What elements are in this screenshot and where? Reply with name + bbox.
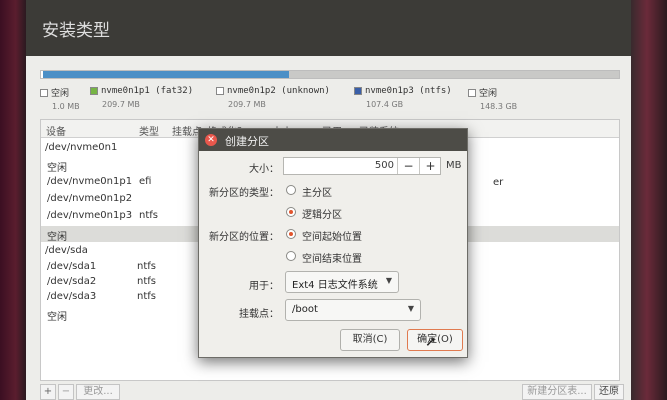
size-decrease-button[interactable]: − bbox=[397, 158, 419, 174]
logical-partition-label[interactable]: 逻辑分区 bbox=[302, 206, 342, 221]
size-increase-button[interactable]: + bbox=[419, 158, 441, 174]
legend-item: nvme0n1p3 (ntfs) 107.4 GB bbox=[354, 86, 452, 109]
legend-name: 空闲 bbox=[51, 89, 70, 99]
dialog-title: 创建分区 bbox=[225, 135, 269, 148]
legend-swatch bbox=[468, 88, 476, 97]
column-header-type[interactable]: 类型 bbox=[139, 123, 159, 138]
location-start-radio[interactable] bbox=[286, 229, 296, 239]
row-type: ntfs bbox=[139, 210, 158, 221]
chevron-down-icon: ▼ bbox=[385, 276, 392, 285]
legend-item: 空闲 148.3 GB bbox=[468, 86, 517, 111]
location-start-label[interactable]: 空间起始位置 bbox=[302, 228, 362, 243]
size-label: 大小： bbox=[249, 164, 279, 175]
row-device: 空闲 bbox=[47, 163, 67, 174]
size-input[interactable]: 500 bbox=[284, 160, 394, 171]
mount-point-value[interactable]: /boot bbox=[292, 304, 318, 315]
filesystem-select[interactable]: Ext4 日志文件系统 ▼ bbox=[285, 271, 399, 293]
primary-partition-label[interactable]: 主分区 bbox=[302, 184, 332, 199]
usage-segment-ntfs bbox=[43, 71, 289, 78]
monitor-bezel-right bbox=[627, 0, 667, 400]
mount-point-label: 挂载点： bbox=[239, 309, 279, 320]
legend-size: 209.7 MB bbox=[102, 100, 140, 109]
partition-type-label: 新分区的类型： bbox=[209, 188, 279, 199]
row-device: /dev/sda bbox=[45, 245, 88, 256]
disk-usage-bar bbox=[40, 70, 620, 79]
add-partition-button[interactable]: + bbox=[40, 384, 56, 400]
column-header-device[interactable]: 设备 bbox=[46, 123, 66, 138]
legend-item: nvme0n1p1 (fat32) 209.7 MB bbox=[90, 86, 193, 109]
dialog-titlebar: ✕ 创建分区 bbox=[199, 129, 467, 151]
legend-size: 107.4 GB bbox=[366, 100, 404, 109]
legend-item: nvme0n1p2 (unknown) 209.7 MB bbox=[216, 86, 330, 109]
legend-swatch bbox=[354, 87, 362, 95]
partition-legend: 空闲 1.0 MB nvme0n1p1 (fat32) 209.7 MB nvm… bbox=[40, 86, 630, 116]
row-type: efi bbox=[139, 176, 152, 187]
size-spinbox[interactable]: 500 − + bbox=[283, 157, 441, 175]
row-device: 空闲 bbox=[47, 232, 67, 243]
logical-partition-radio[interactable] bbox=[286, 207, 296, 217]
chevron-down-icon: ▼ bbox=[407, 304, 414, 313]
mouse-cursor-icon: ➚ bbox=[425, 334, 437, 350]
page-title: 安装类型 bbox=[42, 21, 110, 41]
legend-size: 209.7 MB bbox=[228, 100, 266, 109]
row-device: /dev/nvme0n1 bbox=[45, 142, 118, 153]
new-partition-table-button[interactable]: 新建分区表... bbox=[522, 384, 592, 400]
legend-size: 148.3 GB bbox=[480, 102, 518, 111]
primary-partition-radio[interactable] bbox=[286, 185, 296, 195]
row-type: ntfs bbox=[137, 261, 156, 272]
legend-name: nvme0n1p3 (ntfs) bbox=[365, 86, 452, 96]
remove-partition-button[interactable]: − bbox=[58, 384, 74, 400]
partial-installed-text: er bbox=[493, 177, 504, 188]
legend-name: nvme0n1p2 (unknown) bbox=[227, 86, 330, 96]
partition-location-label: 新分区的位置： bbox=[209, 232, 279, 243]
usage-segment-free-large bbox=[289, 71, 619, 78]
legend-item: 空闲 1.0 MB bbox=[40, 86, 80, 111]
header-bar: 安装类型 bbox=[26, 0, 631, 56]
use-as-label: 用于： bbox=[249, 281, 279, 292]
legend-name: 空闲 bbox=[479, 89, 498, 99]
legend-name: nvme0n1p1 (fat32) bbox=[101, 86, 194, 96]
filesystem-value: Ext4 日志文件系统 bbox=[292, 280, 378, 291]
row-device: /dev/sda3 bbox=[47, 291, 97, 302]
change-partition-button[interactable]: 更改... bbox=[76, 384, 120, 400]
row-device: /dev/sda1 bbox=[47, 261, 97, 272]
row-device: /dev/nvme0n1p3 bbox=[47, 210, 133, 221]
legend-swatch bbox=[90, 87, 98, 95]
legend-swatch bbox=[40, 88, 48, 97]
row-device: /dev/sda2 bbox=[47, 276, 97, 287]
location-end-label[interactable]: 空间结束位置 bbox=[302, 250, 362, 265]
row-type: ntfs bbox=[137, 291, 156, 302]
location-end-radio[interactable] bbox=[286, 251, 296, 261]
close-icon[interactable]: ✕ bbox=[205, 134, 217, 146]
size-unit: MB bbox=[446, 160, 462, 171]
create-partition-dialog: ✕ 创建分区 大小： 500 − + MB 新分区的类型： 主分区 逻辑分区 新… bbox=[198, 128, 468, 358]
revert-button[interactable]: 还原 bbox=[594, 384, 624, 400]
monitor-bezel-left bbox=[0, 0, 26, 400]
row-device: /dev/nvme0n1p1 bbox=[47, 176, 133, 187]
table-toolbar: + − 更改... 新建分区表... 还原 bbox=[40, 382, 630, 400]
cancel-button[interactable]: 取消(C) bbox=[340, 329, 400, 351]
legend-swatch bbox=[216, 87, 224, 95]
legend-size: 1.0 MB bbox=[52, 102, 80, 111]
row-device: /dev/nvme0n1p2 bbox=[47, 193, 133, 204]
row-device: 空闲 bbox=[47, 312, 67, 323]
row-type: ntfs bbox=[137, 276, 156, 287]
mount-point-select[interactable]: /boot ▼ bbox=[285, 299, 421, 321]
